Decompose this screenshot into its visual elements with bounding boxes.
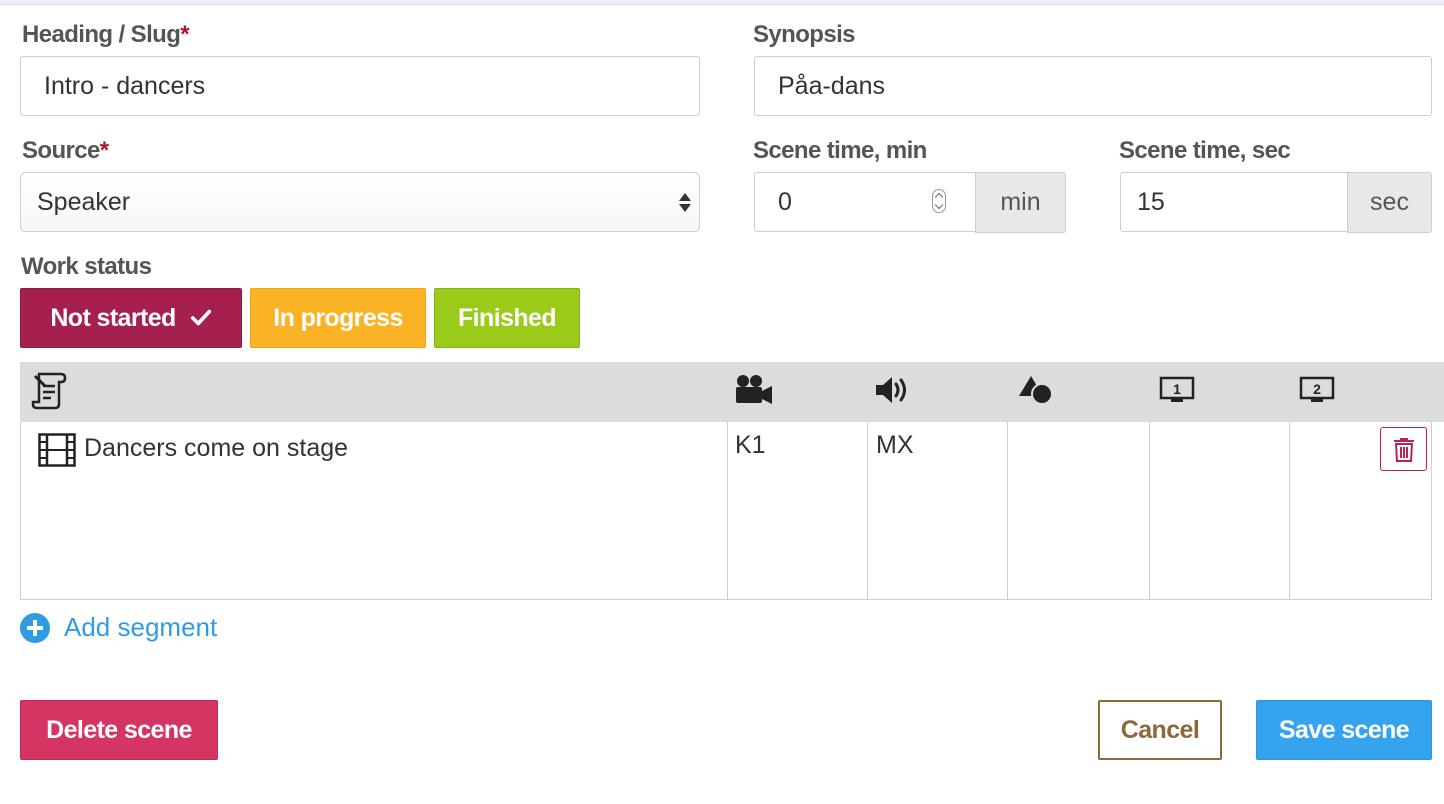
svg-text:1: 1	[1173, 381, 1181, 397]
heading-label: Heading / Slug*	[22, 21, 190, 48]
select-arrows-icon	[679, 192, 691, 212]
source-select[interactable]: Speaker	[20, 172, 700, 232]
scene-time-min-label: Scene time, min	[753, 137, 927, 164]
table-row[interactable]: Dancers come on stage K1 MX	[21, 422, 1431, 599]
segment-camera: K1	[735, 431, 766, 459]
scene-time-min-value: 0	[778, 187, 792, 216]
cancel-button[interactable]: Cancel	[1098, 700, 1222, 760]
min-unit-addon: min	[975, 172, 1066, 233]
trash-icon	[1393, 438, 1414, 462]
add-segment-label: Add segment	[64, 612, 218, 642]
status-not-started-button[interactable]: Not started	[20, 288, 242, 348]
sec-unit-addon: sec	[1347, 172, 1432, 233]
screen-1-icon: 1	[1159, 376, 1195, 402]
plus-circle-icon	[20, 612, 50, 643]
segment-table-header: 1 2	[20, 362, 1444, 422]
delete-segment-button[interactable]	[1380, 427, 1427, 471]
segment-audio: MX	[876, 431, 914, 459]
script-icon	[31, 372, 67, 410]
synopsis-input[interactable]: Påa-dans	[754, 56, 1432, 116]
svg-text:2: 2	[1313, 381, 1321, 397]
shapes-icon	[1019, 376, 1053, 405]
source-label: Source*	[22, 137, 109, 164]
number-spinner-icon[interactable]	[932, 189, 946, 213]
scene-time-sec-label: Scene time, sec	[1119, 137, 1291, 164]
status-in-progress-button[interactable]: In progress	[250, 288, 426, 348]
top-border	[0, 0, 1444, 5]
screen-2-icon: 2	[1299, 376, 1335, 402]
delete-scene-button[interactable]: Delete scene	[20, 700, 218, 760]
synopsis-value: Påa-dans	[778, 71, 886, 100]
segment-text: Dancers come on stage	[84, 434, 349, 462]
camera-icon	[736, 375, 772, 404]
heading-value: Intro - dancers	[44, 71, 206, 100]
work-status-label: Work status	[21, 253, 152, 280]
check-icon	[190, 309, 211, 326]
status-finished-button[interactable]: Finished	[434, 288, 580, 348]
source-selected-value: Speaker	[37, 187, 131, 216]
add-segment-link[interactable]: Add segment	[20, 612, 217, 643]
save-scene-button[interactable]: Save scene	[1256, 700, 1432, 760]
synopsis-label: Synopsis	[753, 21, 856, 48]
film-icon	[38, 433, 76, 467]
segment-table-body: Dancers come on stage K1 MX	[20, 422, 1432, 600]
speaker-icon	[876, 377, 906, 403]
scene-time-sec-value: 15	[1137, 187, 1165, 216]
scene-time-sec-input[interactable]: 15	[1120, 172, 1348, 232]
heading-input[interactable]: Intro - dancers	[20, 56, 700, 116]
